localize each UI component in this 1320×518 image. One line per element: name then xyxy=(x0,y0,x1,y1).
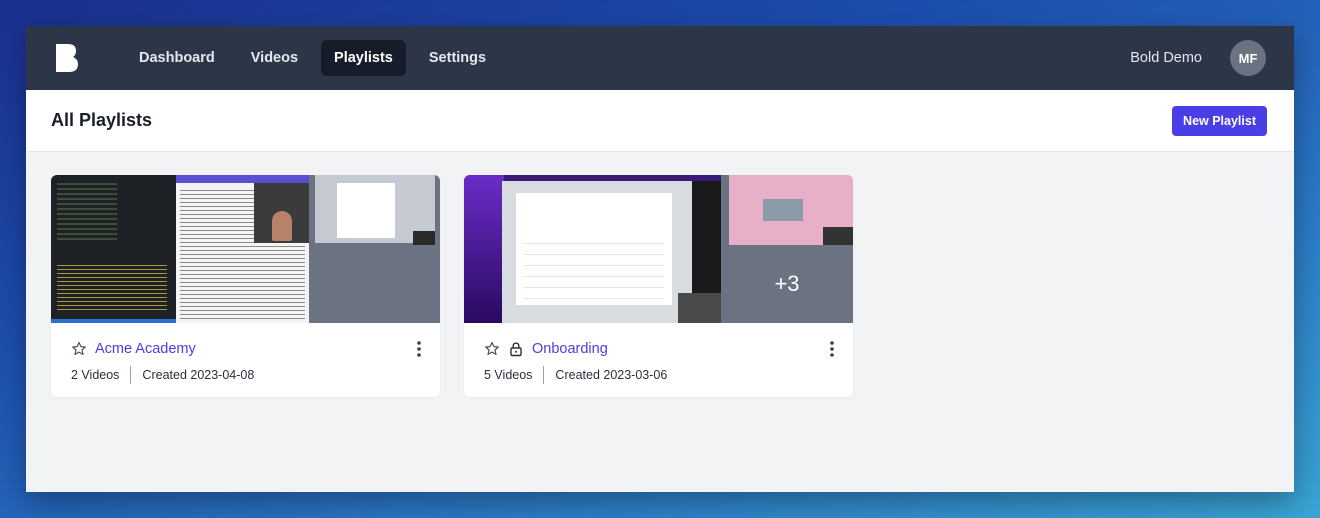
lock-icon xyxy=(510,342,522,357)
video-thumbnail[interactable] xyxy=(176,175,309,323)
nav-dashboard[interactable]: Dashboard xyxy=(126,40,228,76)
playlist-grid: Acme Academy 2 Videos Created 2023-04-08 xyxy=(26,152,1294,420)
more-videos-count[interactable]: +3 xyxy=(721,245,853,323)
playlist-card[interactable]: Acme Academy 2 Videos Created 2023-04-08 xyxy=(51,175,440,397)
star-icon[interactable] xyxy=(71,341,87,357)
video-count: 5 Videos xyxy=(484,368,533,382)
divider xyxy=(543,366,545,384)
playlist-card[interactable]: +3 Onboarding 5 Videos Created 2023-03-0… xyxy=(464,175,853,397)
nav-settings[interactable]: Settings xyxy=(416,40,499,76)
top-nav: Dashboard Videos Playlists Settings Bold… xyxy=(26,26,1294,90)
video-thumbnail[interactable] xyxy=(464,175,721,323)
app-window: Dashboard Videos Playlists Settings Bold… xyxy=(26,26,1294,492)
playlist-thumbnails[interactable] xyxy=(51,175,440,323)
playlist-name[interactable]: Onboarding xyxy=(532,341,608,357)
video-thumbnail[interactable]: +3 xyxy=(721,175,853,323)
divider xyxy=(130,366,132,384)
page-header: All Playlists New Playlist xyxy=(26,90,1294,152)
account-name[interactable]: Bold Demo xyxy=(1130,50,1202,66)
star-icon[interactable] xyxy=(484,341,500,357)
new-playlist-button[interactable]: New Playlist xyxy=(1172,105,1267,136)
page-title: All Playlists xyxy=(51,110,153,130)
playlist-name[interactable]: Acme Academy xyxy=(95,341,196,357)
nav-videos[interactable]: Videos xyxy=(238,40,311,76)
video-thumbnail[interactable] xyxy=(51,175,176,323)
playlist-thumbnails[interactable]: +3 xyxy=(464,175,853,323)
bold-logo[interactable] xyxy=(56,44,78,72)
nav-playlists[interactable]: Playlists xyxy=(321,40,406,76)
more-options-icon[interactable] xyxy=(416,340,422,358)
avatar[interactable]: MF xyxy=(1230,40,1266,76)
created-date: Created 2023-03-06 xyxy=(555,368,668,382)
more-options-icon[interactable] xyxy=(829,340,835,358)
created-date: Created 2023-04-08 xyxy=(142,368,255,382)
video-count: 2 Videos xyxy=(71,368,120,382)
video-thumbnail[interactable] xyxy=(309,175,440,323)
